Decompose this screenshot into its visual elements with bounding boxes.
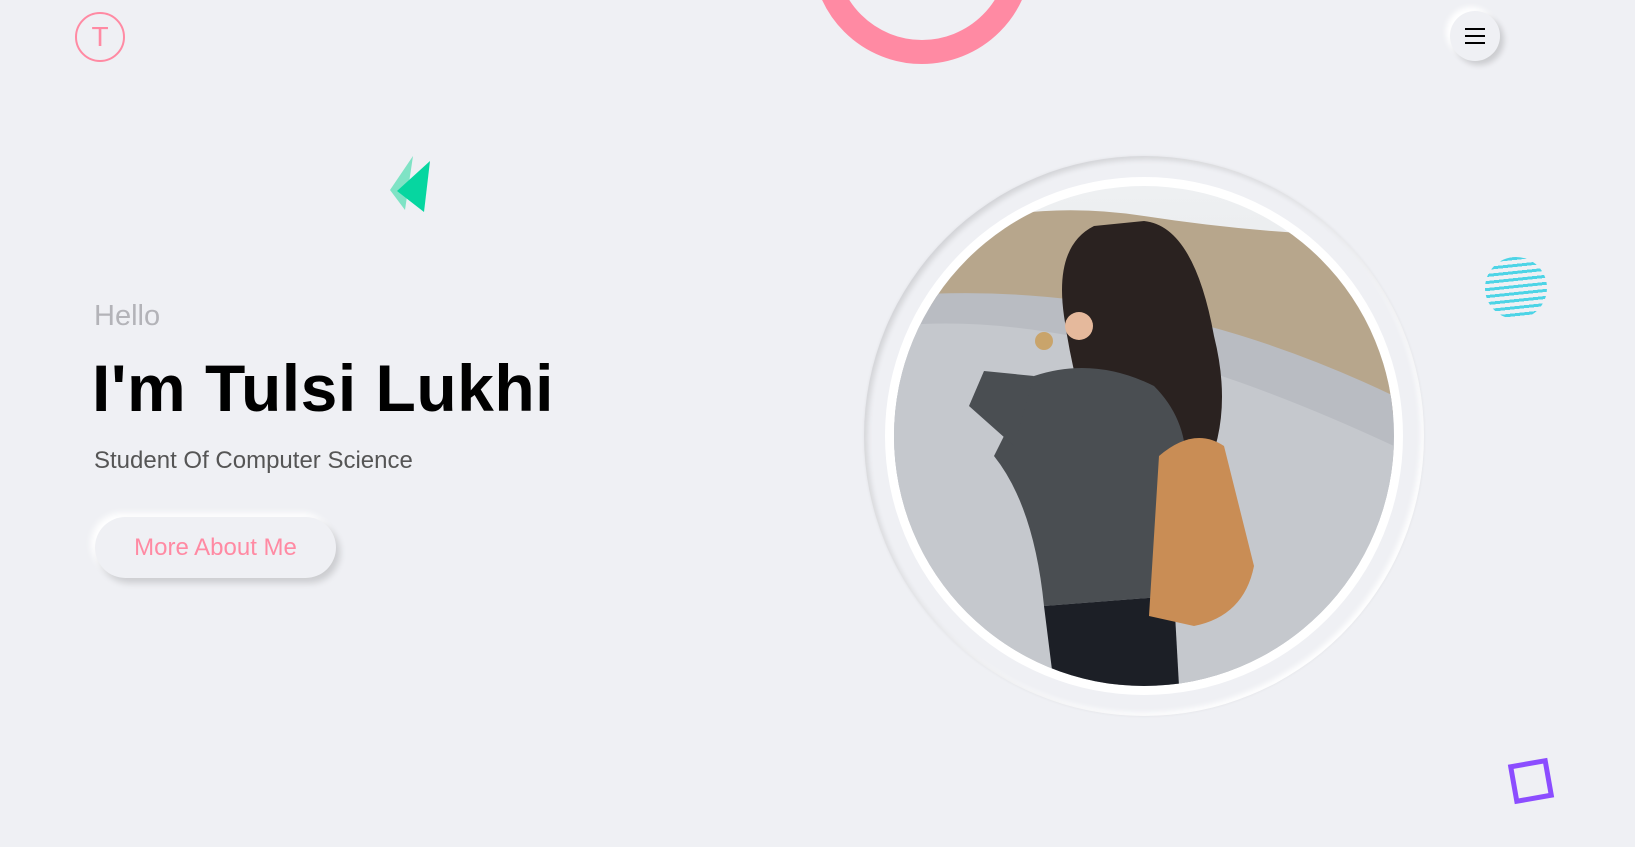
decorative-striped-circle <box>1481 253 1551 323</box>
profile-photo <box>894 186 1394 686</box>
menu-button[interactable] <box>1450 11 1500 61</box>
hamburger-menu-icon <box>1465 35 1485 37</box>
decorative-green-triangle <box>390 156 430 212</box>
decorative-purple-square <box>1507 757 1555 805</box>
hamburger-menu-icon <box>1465 28 1485 30</box>
decorative-pink-ring <box>812 0 1032 64</box>
page-title: I'm Tulsi Lukhi <box>92 351 554 425</box>
logo-letter: T <box>91 21 109 52</box>
more-about-me-button[interactable]: More About Me <box>95 517 336 578</box>
greeting: Hello <box>94 300 161 332</box>
hamburger-menu-icon <box>1465 42 1485 44</box>
subtitle: Student Of Computer Science <box>94 447 413 474</box>
logo[interactable]: T <box>75 12 125 62</box>
